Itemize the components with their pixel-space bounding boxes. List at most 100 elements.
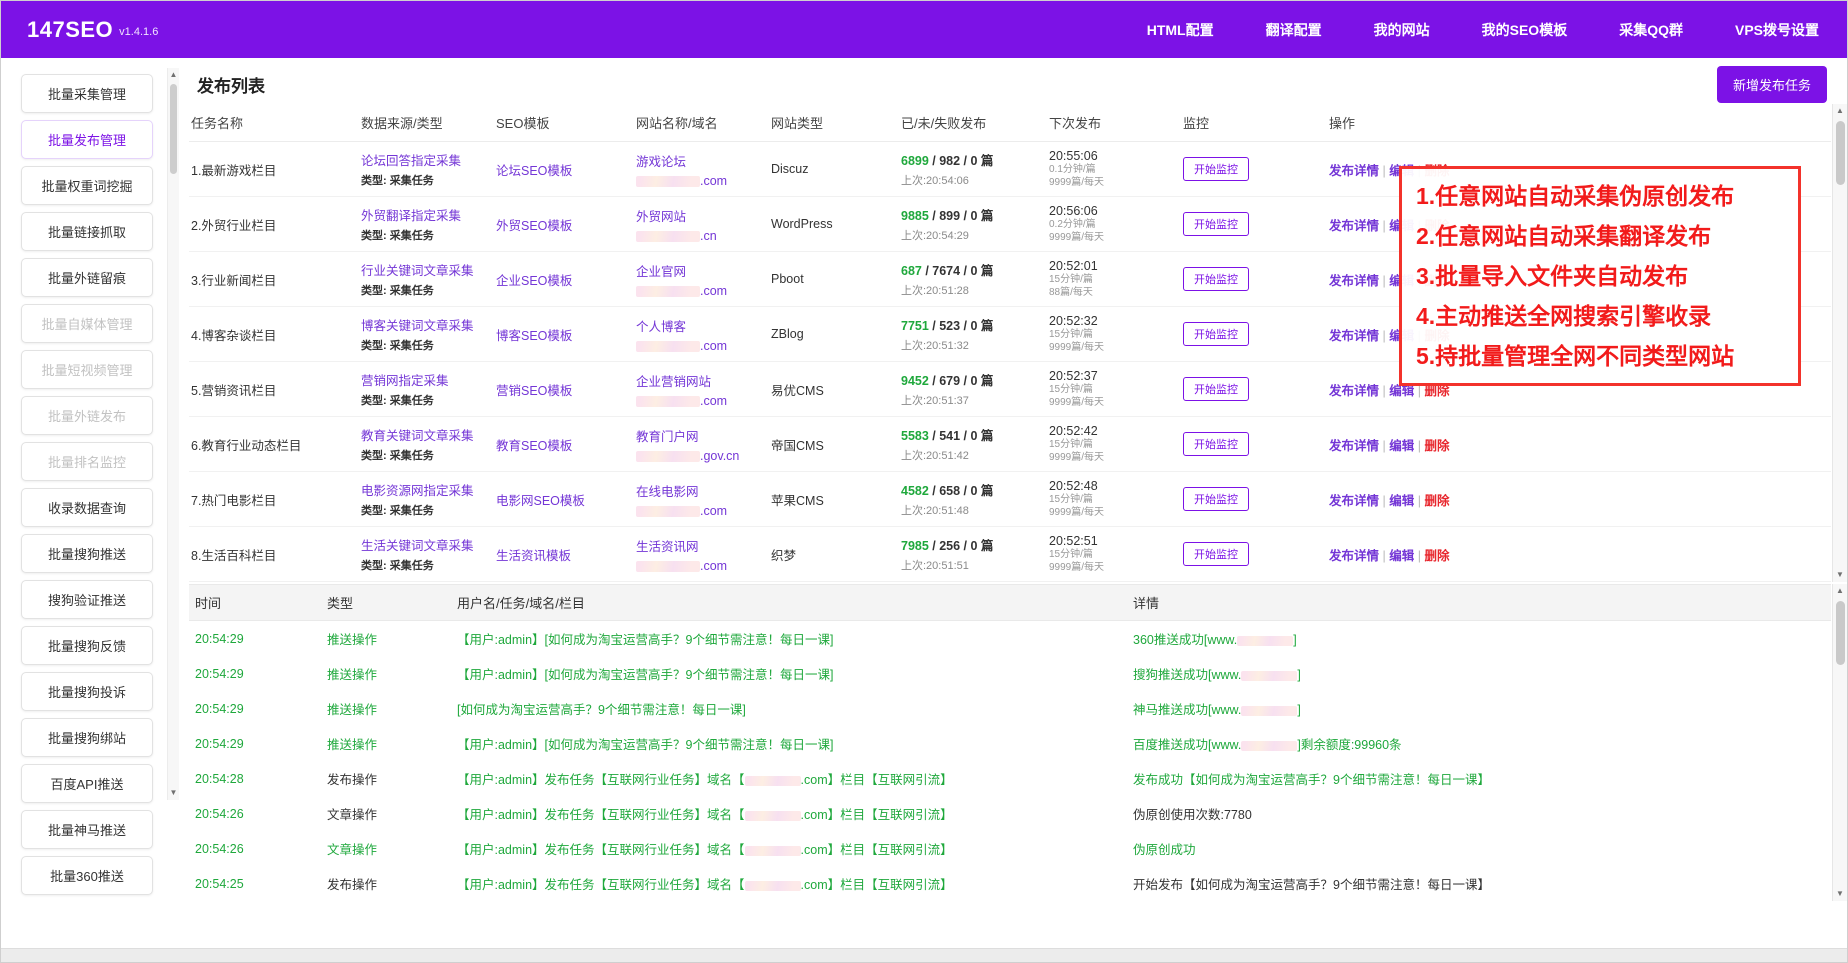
sidebar-item[interactable]: 批量外链留痕 xyxy=(21,258,153,297)
sidebar-scrollbar[interactable]: ▲ ▼ xyxy=(167,68,179,800)
sidebar-item[interactable]: 搜狗验证推送 xyxy=(21,580,153,619)
source-link[interactable]: 教育关键词文章采集 xyxy=(361,425,488,444)
seo-template-link[interactable]: 生活资讯模板 xyxy=(496,549,571,563)
sidebar-item[interactable]: 批量搜狗绑站 xyxy=(21,718,153,757)
top-header: 147SEO v1.4.1.6 HTML配置翻译配置我的网站我的SEO模板采集Q… xyxy=(1,1,1847,58)
sidebar-item[interactable]: 批量链接抓取 xyxy=(21,212,153,251)
start-monitor-button[interactable]: 开始监控 xyxy=(1183,212,1249,236)
log-content: [如何成为淘宝运营高手？9个细节需注意！每日一课] xyxy=(457,699,1133,718)
nav-item-3[interactable]: 我的网站 xyxy=(1374,20,1430,40)
source-type: 类型: 采集任务 xyxy=(361,282,488,298)
publish-detail-link[interactable]: 发布详情 xyxy=(1329,274,1379,288)
site-name-link[interactable]: 企业营销网站 xyxy=(636,371,763,390)
site-name-link[interactable]: 外贸网站 xyxy=(636,206,763,225)
seo-template-link[interactable]: 博客SEO模板 xyxy=(496,329,572,343)
sidebar-item[interactable]: 批量搜狗推送 xyxy=(21,534,153,573)
sidebar-item[interactable]: 批量搜狗反馈 xyxy=(21,626,153,665)
publish-detail-link[interactable]: 发布详情 xyxy=(1329,384,1379,398)
sidebar-item[interactable]: 批量采集管理 xyxy=(21,74,153,113)
nav-item-2[interactable]: 翻译配置 xyxy=(1266,20,1322,40)
publish-detail-link[interactable]: 发布详情 xyxy=(1329,494,1379,508)
site-name-link[interactable]: 企业官网 xyxy=(636,261,763,280)
scroll-up-icon[interactable]: ▲ xyxy=(1833,104,1847,118)
seo-template-link[interactable]: 教育SEO模板 xyxy=(496,439,572,453)
task-actions: 发布详情 | 编辑 | 删除 xyxy=(1329,435,1831,454)
nav-item-1[interactable]: HTML配置 xyxy=(1147,20,1214,40)
sidebar-scroll-thumb[interactable] xyxy=(170,84,177,174)
source-link[interactable]: 外贸翻译指定采集 xyxy=(361,205,488,224)
site-domain: .com xyxy=(636,394,763,408)
edit-link[interactable]: 编辑 xyxy=(1389,494,1414,508)
source-link[interactable]: 生活关键词文章采集 xyxy=(361,535,488,554)
publish-detail-link[interactable]: 发布详情 xyxy=(1329,329,1379,343)
scroll-up-icon[interactable]: ▲ xyxy=(1833,584,1847,598)
start-monitor-button[interactable]: 开始监控 xyxy=(1183,542,1249,566)
nav-item-6[interactable]: VPS拨号设置 xyxy=(1735,20,1819,40)
start-monitor-button[interactable]: 开始监控 xyxy=(1183,487,1249,511)
task-stats: 5583 / 541 / 0 篇上次:20:51:42 xyxy=(901,425,1049,463)
task-template: 论坛SEO模板 xyxy=(496,160,636,179)
log-time: 20:54:29 xyxy=(195,702,327,716)
delete-link[interactable]: 删除 xyxy=(1424,494,1449,508)
masked-domain xyxy=(1241,741,1297,751)
last-publish-time: 上次:20:51:37 xyxy=(901,392,1041,408)
source-link[interactable]: 论坛回答指定采集 xyxy=(361,150,488,169)
scroll-up-icon[interactable]: ▲ xyxy=(168,68,179,82)
seo-template-link[interactable]: 电影网SEO模板 xyxy=(496,494,585,508)
publish-detail-link[interactable]: 发布详情 xyxy=(1329,549,1379,563)
task-scroll-track[interactable] xyxy=(1833,118,1847,568)
edit-link[interactable]: 编辑 xyxy=(1389,549,1414,563)
sidebar-item[interactable]: 批量搜狗投诉 xyxy=(21,672,153,711)
delete-link[interactable]: 删除 xyxy=(1424,549,1449,563)
scroll-down-icon[interactable]: ▼ xyxy=(1833,568,1847,582)
sidebar-item[interactable]: 批量发布管理 xyxy=(21,120,153,159)
start-monitor-button[interactable]: 开始监控 xyxy=(1183,157,1249,181)
log-detail: 神马推送成功[www.] xyxy=(1133,699,1831,718)
seo-template-link[interactable]: 外贸SEO模板 xyxy=(496,219,572,233)
publish-detail-link[interactable]: 发布详情 xyxy=(1329,219,1379,233)
start-monitor-button[interactable]: 开始监控 xyxy=(1183,377,1249,401)
delete-link[interactable]: 删除 xyxy=(1424,439,1449,453)
sidebar-scroll-track[interactable] xyxy=(168,82,179,786)
source-link[interactable]: 行业关键词文章采集 xyxy=(361,260,488,279)
sidebar-item[interactable]: 收录数据查询 xyxy=(21,488,153,527)
edit-link[interactable]: 编辑 xyxy=(1389,439,1414,453)
task-actions: 发布详情 | 编辑 | 删除 xyxy=(1329,490,1831,509)
sidebar-item[interactable]: 百度API推送 xyxy=(21,764,153,803)
task-scroll-thumb[interactable] xyxy=(1836,121,1845,185)
sidebar-item[interactable]: 批量权重词挖掘 xyxy=(21,166,153,205)
start-monitor-button[interactable]: 开始监控 xyxy=(1183,267,1249,291)
last-publish-time: 上次:20:51:51 xyxy=(901,557,1041,573)
seo-template-link[interactable]: 论坛SEO模板 xyxy=(496,164,572,178)
nav-item-5[interactable]: 采集QQ群 xyxy=(1619,20,1683,40)
sidebar-item[interactable]: 批量神马推送 xyxy=(21,810,153,849)
source-type: 类型: 采集任务 xyxy=(361,227,488,243)
seo-template-link[interactable]: 营销SEO模板 xyxy=(496,384,572,398)
scroll-down-icon[interactable]: ▼ xyxy=(168,786,179,800)
task-name: 3.行业新闻栏目 xyxy=(191,270,361,289)
new-publish-task-button[interactable]: 新增发布任务 xyxy=(1717,66,1827,103)
scroll-down-icon[interactable]: ▼ xyxy=(1833,887,1847,901)
site-name-link[interactable]: 在线电影网 xyxy=(636,481,763,500)
log-scroll-thumb[interactable] xyxy=(1836,601,1845,665)
source-link[interactable]: 博客关键词文章采集 xyxy=(361,315,488,334)
log-row: 20:54:28发布操作【用户:admin】发布任务【互联网行业任务】域名【.c… xyxy=(189,761,1831,796)
start-monitor-button[interactable]: 开始监控 xyxy=(1183,322,1249,346)
site-name-link[interactable]: 生活资讯网 xyxy=(636,536,763,555)
task-scrollbar[interactable]: ▲ ▼ xyxy=(1832,104,1847,582)
source-link[interactable]: 电影资源网指定采集 xyxy=(361,480,488,499)
next-publish-time: 20:52:32 xyxy=(1049,314,1175,328)
site-name-link[interactable]: 教育门户网 xyxy=(636,426,763,445)
log-scrollbar[interactable]: ▲ ▼ xyxy=(1832,584,1847,901)
nav-item-4[interactable]: 我的SEO模板 xyxy=(1482,20,1568,40)
log-type: 推送操作 xyxy=(327,699,457,718)
seo-template-link[interactable]: 企业SEO模板 xyxy=(496,274,572,288)
publish-detail-link[interactable]: 发布详情 xyxy=(1329,164,1379,178)
sidebar-item[interactable]: 批量360推送 xyxy=(21,856,153,895)
log-scroll-track[interactable] xyxy=(1833,598,1847,887)
site-name-link[interactable]: 游戏论坛 xyxy=(636,151,763,170)
start-monitor-button[interactable]: 开始监控 xyxy=(1183,432,1249,456)
site-name-link[interactable]: 个人博客 xyxy=(636,316,763,335)
source-link[interactable]: 营销网指定采集 xyxy=(361,370,488,389)
publish-detail-link[interactable]: 发布详情 xyxy=(1329,439,1379,453)
